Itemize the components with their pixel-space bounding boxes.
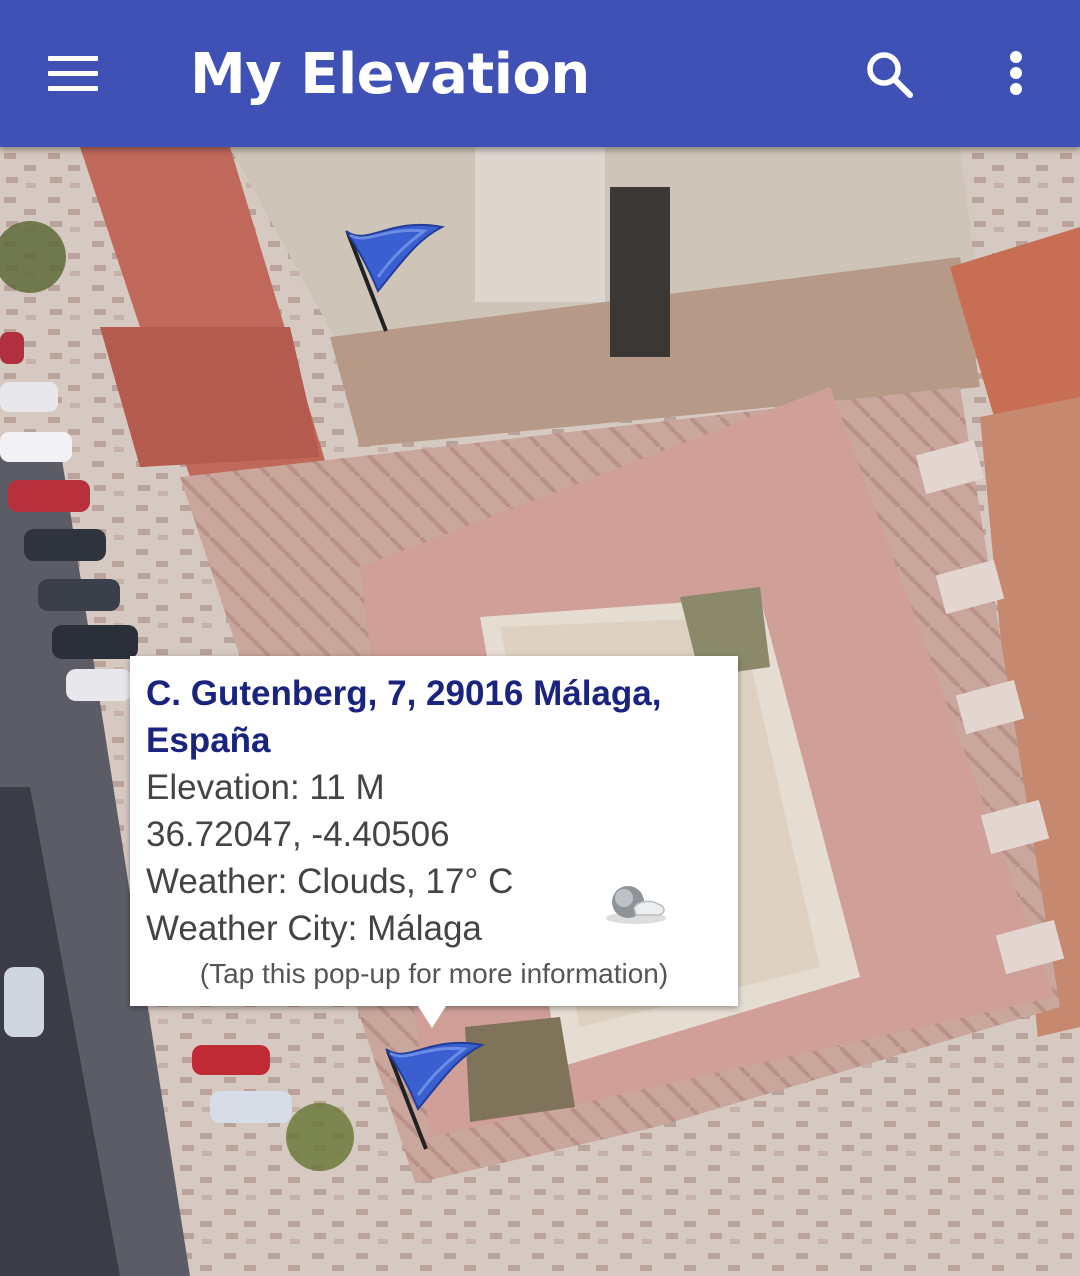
search-icon: [867, 52, 913, 98]
elevation-text: Elevation: 11 M: [146, 768, 385, 807]
popup-tail: [418, 1006, 446, 1028]
app-bar: My Elevation: [0, 0, 1080, 147]
flag-icon: [385, 1041, 486, 1150]
overflow-menu-button[interactable]: [985, 40, 1047, 110]
popup-hint: (Tap this pop-up for more information): [199, 958, 669, 989]
flag-icon: [345, 223, 446, 332]
info-popup[interactable]: C. Gutenberg, 7, 29016 Málaga, España El…: [130, 656, 738, 1028]
coordinates-text: 36.72047, -4.40506: [146, 815, 450, 854]
app-title: My Elevation: [190, 42, 590, 107]
menu-button[interactable]: [30, 38, 114, 110]
hamburger-menu-icon: [48, 56, 98, 61]
more-vert-icon: [1010, 51, 1022, 95]
flag-marker[interactable]: [338, 219, 448, 337]
flag-marker[interactable]: [378, 1037, 488, 1155]
address-text: C. Gutenberg, 7, 29016 Málaga, España: [146, 674, 662, 760]
clouds-weather-icon: [606, 886, 666, 924]
search-button[interactable]: [855, 40, 925, 110]
